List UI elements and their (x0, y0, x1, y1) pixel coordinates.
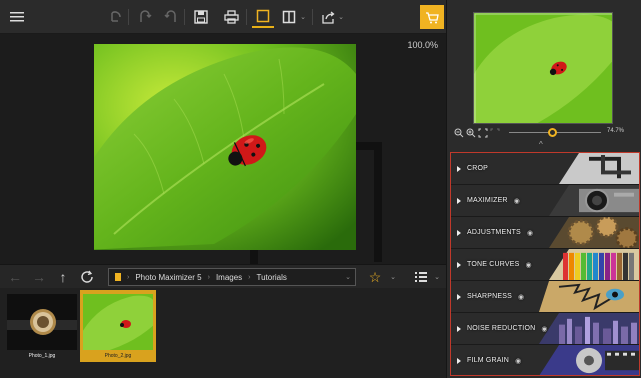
arrow-up-icon[interactable]: ↑ (54, 268, 72, 286)
thumbnail-image-watch (7, 294, 77, 350)
hamburger-menu-icon[interactable] (6, 6, 28, 28)
fit-to-window-icon[interactable] (477, 127, 489, 139)
adjustments-artwork (519, 217, 639, 248)
zoom-percent: 74.7% (606, 128, 624, 134)
tone-curves-artwork (519, 249, 639, 280)
tool-noise-reduction[interactable]: NOISE REDUCTION ◉ (451, 313, 639, 345)
print-icon[interactable] (220, 6, 242, 28)
main-toolbar: ⌄ ⌄ (0, 0, 446, 34)
maximizer-artwork (519, 185, 639, 216)
zoom-slider[interactable] (509, 128, 601, 137)
thumbnail-item-selected[interactable]: Photo_2.jpg (80, 290, 156, 362)
sharpness-artwork (519, 281, 639, 312)
tool-label: FILM GRAIN (467, 357, 510, 364)
star-icon[interactable]: ☆ (366, 268, 384, 286)
tool-label: CROP (467, 165, 489, 172)
expand-arrow-icon (457, 229, 461, 236)
expand-arrow-icon (457, 261, 461, 268)
single-view-icon[interactable] (252, 6, 274, 28)
tool-tone-curves[interactable]: TONE CURVES ◉ (451, 249, 639, 281)
eye-visibility-icon[interactable]: ◉ (526, 261, 532, 269)
toolbar-separator (128, 9, 129, 25)
refresh-icon[interactable] (78, 268, 96, 286)
breadcrumb-item[interactable]: Tutorials (257, 273, 287, 282)
redo-icon[interactable] (134, 6, 156, 28)
app-window: ⌄ ⌄ 100.0% ← → ↑ › Photo Maximizer 5 › I… (0, 0, 641, 378)
chevron-right-icon: › (248, 273, 251, 281)
chevron-down-icon[interactable]: ⌄ (384, 268, 402, 286)
arrow-left-icon[interactable]: ← (6, 268, 24, 286)
eye-visibility-icon[interactable]: ◉ (514, 197, 520, 205)
zoom-readout: 100.0% (407, 40, 438, 50)
breadcrumb[interactable]: › Photo Maximizer 5 › Images › Tutorials… (108, 268, 356, 286)
save-icon[interactable] (190, 6, 212, 28)
actual-size-icon[interactable] (489, 127, 501, 139)
expand-arrow-icon (457, 165, 461, 172)
canvas-guide (374, 142, 382, 262)
zoom-slider-knob[interactable] (547, 128, 557, 137)
eye-visibility-icon[interactable]: ◉ (518, 293, 524, 301)
split-compare-icon[interactable] (278, 6, 300, 28)
breadcrumb-item[interactable]: Photo Maximizer 5 (135, 273, 201, 282)
toolbar-separator (184, 9, 185, 25)
filmstrip: Photo_1.jpg Photo_2.jpg (0, 288, 446, 378)
thumbnail-item[interactable]: Photo_1.jpg (4, 290, 80, 362)
image-canvas[interactable]: 100.0% (0, 34, 446, 264)
toolbar-separator (246, 9, 247, 25)
navigator-preview[interactable] (473, 12, 613, 124)
eye-visibility-icon[interactable]: ◉ (541, 325, 547, 333)
crop-artwork (519, 153, 639, 184)
folder-navigation-bar: ← → ↑ › Photo Maximizer 5 › Images › Tut… (0, 264, 446, 288)
folder-icon (115, 273, 121, 281)
chevron-right-icon: › (127, 273, 130, 281)
eye-visibility-icon[interactable]: ◉ (515, 357, 521, 365)
toolbar-separator (312, 9, 313, 25)
right-panel: 74.7% ^ CROP MAXIMIZER ◉ ADJUSTMENTS ◉ T… (446, 0, 641, 378)
tool-label: ADJUSTMENTS (467, 229, 521, 236)
chevron-down-icon[interactable]: ⌄ (428, 268, 446, 286)
tool-crop[interactable]: CROP (451, 153, 639, 185)
expand-arrow-icon (457, 325, 461, 332)
zoom-out-icon[interactable] (453, 127, 465, 139)
tool-list: CROP MAXIMIZER ◉ ADJUSTMENTS ◉ TONE CURV… (450, 152, 640, 376)
chevron-down-icon[interactable]: ⌄ (336, 6, 346, 28)
undo-icon[interactable] (104, 6, 126, 28)
film-grain-artwork (519, 345, 639, 375)
tool-label: TONE CURVES (467, 261, 520, 268)
thumbnail-image-ladybug (83, 294, 153, 350)
expand-arrow-icon (457, 293, 461, 300)
eye-visibility-icon[interactable]: ◉ (527, 229, 533, 237)
main-photo (94, 44, 356, 250)
tool-adjustments[interactable]: ADJUSTMENTS ◉ (451, 217, 639, 249)
chevron-down-icon[interactable]: ⌄ (345, 273, 351, 281)
breadcrumb-item[interactable]: Images (216, 273, 242, 282)
reset-icon[interactable] (160, 6, 182, 28)
chevron-up-icon[interactable]: ^ (539, 140, 543, 149)
tool-film-grain[interactable]: FILM GRAIN ◉ (451, 345, 639, 375)
expand-arrow-icon (457, 357, 461, 364)
thumbnail-label: Photo_2.jpg (104, 353, 132, 359)
arrow-right-icon[interactable]: → (30, 268, 48, 286)
tool-maximizer[interactable]: MAXIMIZER ◉ (451, 185, 639, 217)
navigator-zoom-row: 74.7% (447, 126, 641, 140)
chevron-right-icon: › (207, 273, 210, 281)
tool-label: MAXIMIZER (467, 197, 508, 204)
tool-sharpness[interactable]: SHARPNESS ◉ (451, 281, 639, 313)
expand-arrow-icon (457, 197, 461, 204)
tool-label: NOISE REDUCTION (467, 325, 536, 332)
tool-label: SHARPNESS (467, 293, 512, 300)
chevron-down-icon[interactable]: ⌄ (298, 6, 308, 28)
canvas-guide (250, 250, 258, 264)
thumbnail-label: Photo_1.jpg (28, 353, 56, 359)
zoom-in-icon[interactable] (465, 127, 477, 139)
shopping-cart-icon[interactable] (420, 5, 444, 29)
